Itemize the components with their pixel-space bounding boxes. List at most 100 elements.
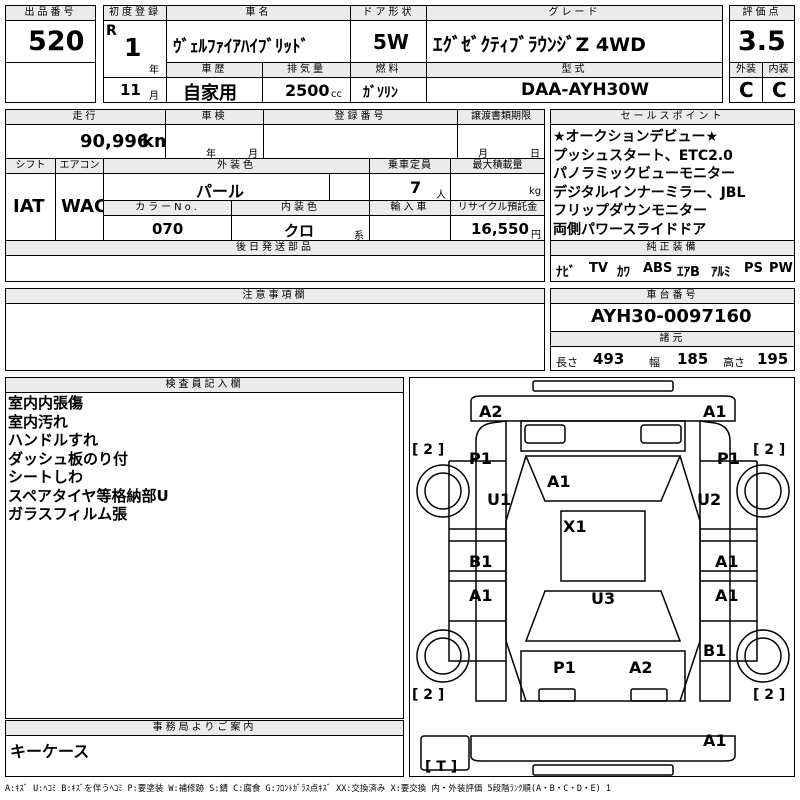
equip-ps: PS: [744, 261, 763, 276]
history: 自家用: [183, 83, 237, 103]
height: 195: [757, 350, 789, 368]
inspection-month-unit: 月: [248, 149, 258, 159]
displacement: 2500: [285, 81, 330, 100]
reg-month: 11: [120, 81, 141, 99]
recycle-label: リサイクル預託金: [450, 200, 545, 216]
equip-tv: TV: [589, 261, 608, 276]
reg-year: 1: [124, 33, 142, 62]
recycle: 16,550: [471, 220, 529, 238]
inspector-notes: 室内内張傷 室内汚れ ハンドルすれ ダッシュ板のり付 シートしわ スペアタイヤ等…: [8, 394, 169, 523]
length: 493: [593, 350, 625, 368]
mark-a2-front-left: A2: [479, 402, 503, 421]
ac-label: エアコン: [55, 158, 104, 174]
notes-cell: [5, 303, 545, 371]
car-outline: [416, 380, 790, 776]
reg-year-unit: 年: [149, 65, 159, 76]
score-cell: 3.5: [729, 20, 795, 63]
intcolor-unit: 系: [354, 231, 364, 241]
transfer-cell: 月 日: [457, 124, 545, 159]
colorno: 070: [152, 220, 184, 238]
tire-fr-score: [ 2 ]: [753, 442, 785, 458]
mileage-unit: km: [142, 131, 165, 152]
equip-nav: ﾅﾋﾞ: [556, 265, 576, 280]
car-name-label: 車名: [166, 5, 351, 21]
spare-tire-score: [ T ]: [425, 759, 457, 775]
mark-b1-right: B1: [703, 641, 726, 660]
color: パール: [196, 182, 245, 201]
capacity-label: 乗車定員: [369, 158, 451, 174]
height-label: 高さ: [723, 356, 745, 369]
mileage-cell: 90,996 km: [5, 124, 166, 159]
score-label: 評価点: [729, 5, 795, 21]
import-label: 輸入車: [369, 200, 451, 216]
office-label: 事務局よりご案内: [5, 720, 404, 736]
colorno-label: カラーNo.: [103, 200, 232, 216]
lot-blank-cell: [5, 62, 96, 103]
mark-u3: U3: [591, 589, 615, 608]
inspector-label: 検査員記入欄: [5, 377, 404, 393]
displacement-cell: 2500 cc: [262, 77, 351, 103]
mark-a1-right-rear: A1: [715, 586, 739, 605]
equip-pw: PW: [769, 261, 793, 276]
lot-number: 520: [28, 26, 85, 57]
equip-abs: ABS: [643, 261, 673, 276]
mark-a1-front-right: A1: [703, 402, 727, 421]
mark-u1: U1: [487, 490, 511, 509]
history-cell: 自家用: [166, 77, 263, 103]
fuel-label: 燃料: [350, 62, 427, 78]
ext-score-label: 外装: [729, 62, 763, 78]
transfer-month-unit: 月: [478, 149, 488, 159]
capacity-cell: 7 人: [369, 173, 451, 201]
int-score-cell: C: [762, 77, 795, 103]
model-label: 型式: [426, 62, 723, 78]
grade-cell: ｴｸﾞｾﾞｸﾃｨﾌﾞﾗｳﾝｼﾞZ 4WD: [426, 20, 723, 63]
int-score: C: [772, 78, 787, 102]
color-extra-cell: [329, 173, 370, 201]
chassis-cell: AYH30-0097160: [550, 303, 795, 332]
shift-cell: IAT: [5, 173, 56, 241]
mileage-label: 走行: [5, 109, 166, 125]
mark-p1-right: P1: [717, 449, 740, 468]
ext-score-cell: C: [729, 77, 763, 103]
equip-airbag: ｴｱB: [677, 265, 700, 280]
fuel-cell: ｶﾞｿﾘﾝ: [350, 77, 427, 103]
chassis-number: AYH30-0097160: [591, 306, 752, 327]
car-name: ｳﾞｪﾙﾌｧｲｱﾊｲﾌﾞﾘｯﾄﾞ: [173, 37, 309, 57]
first-reg-label: 初度登録: [103, 5, 167, 21]
width-label: 幅: [649, 356, 660, 369]
mileage: 90,996: [80, 131, 150, 152]
mark-a1-left-rear: A1: [469, 586, 493, 605]
mark-x1-roof: X1: [563, 517, 586, 536]
reg-month-unit: 月: [149, 91, 159, 102]
width: 185: [677, 350, 709, 368]
capacity-unit: 人: [436, 190, 446, 201]
chassis-label: 車台番号: [550, 288, 795, 304]
capacity: 7: [410, 178, 422, 197]
ac: WAC: [61, 196, 104, 217]
regno-label: 登録番号: [263, 109, 458, 125]
model: DAA-AYH30W: [521, 80, 649, 100]
equip-alloy: ｱﾙﾐ: [711, 265, 731, 280]
load-cell: kg: [450, 173, 545, 201]
office-cell: キーケース: [5, 735, 404, 777]
tire-fl-score: [ 2 ]: [412, 442, 444, 458]
load-label: 最大積載量: [450, 158, 545, 174]
import-cell: [369, 215, 451, 241]
dims-label: 諸元: [550, 331, 795, 347]
dims-cell: 長さ 493 幅 185 高さ 195: [550, 346, 795, 371]
equip-leather: ｶﾜ: [617, 265, 630, 280]
displacement-label: 排気量: [262, 62, 351, 78]
car-damage-diagram: A2 A1 [ 2 ] [ 2 ] P1 P1 A1 U1 U2 X1 B1 A…: [412, 380, 790, 776]
mark-b1-left: B1: [469, 552, 492, 571]
door-cell: 5W: [350, 20, 427, 63]
damage-diagram-frame: A2 A1 [ 2 ] [ 2 ] P1 P1 A1 U1 U2 X1 B1 A…: [409, 377, 795, 777]
lot-cell: 520: [5, 20, 96, 63]
length-label: 長さ: [556, 356, 578, 369]
inspection-year-unit: 年: [206, 149, 216, 159]
equipment-label: 純正装備: [550, 240, 795, 256]
later-parts-cell: [5, 255, 545, 282]
ac-cell: WAC: [55, 173, 104, 241]
shift: IAT: [13, 196, 45, 217]
int-score-label: 内装: [762, 62, 795, 78]
mark-u2: U2: [697, 490, 721, 509]
